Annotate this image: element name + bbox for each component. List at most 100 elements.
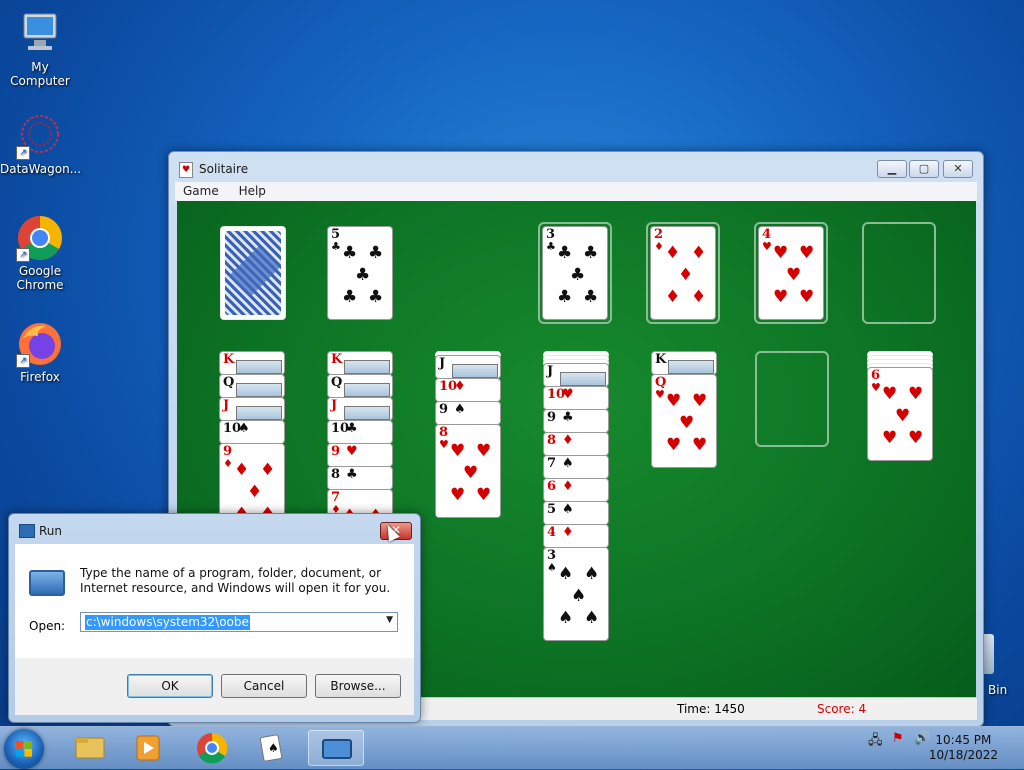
card-rank: 9 [331, 444, 341, 459]
minimize-button[interactable]: ▁ [877, 160, 907, 178]
open-input[interactable]: c:\windows\system32\oobe [85, 615, 250, 630]
playing-card[interactable]: J [327, 397, 393, 421]
card-pip-icon: ♣ [570, 265, 586, 285]
desktop-icon-datawagon[interactable]: ↗ DataWagon... [0, 112, 81, 176]
card-rank: K [331, 352, 343, 367]
card-suit: ♠ [562, 456, 574, 471]
playing-card[interactable]: K [327, 351, 393, 375]
card-pip-icon: ♣ [583, 287, 599, 307]
foundation-slot[interactable] [862, 222, 936, 324]
cancel-button[interactable]: Cancel [221, 674, 307, 698]
card-pip-icon: ♥ [476, 485, 492, 505]
playing-card[interactable]: 6 ♦ [543, 478, 609, 502]
run-icon [19, 524, 35, 538]
computer-icon [16, 10, 64, 58]
card-pip-icon: ♥ [666, 435, 682, 455]
card-suit: ♥ [346, 444, 358, 459]
maximize-button[interactable]: ▢ [909, 160, 939, 178]
action-center-icon[interactable]: ⚑ [892, 731, 904, 746]
playing-card[interactable]: 4 ♥ ♥ ♥ ♥ ♥ ♥ [758, 226, 824, 320]
card-suit: ♠ [562, 502, 574, 517]
playing-card[interactable]: 10 ♥ [543, 386, 609, 410]
playing-card[interactable]: 5 ♣ ♣ ♣ ♣ ♣ ♣ [327, 226, 393, 320]
dropdown-arrow-icon[interactable]: ▼ [386, 615, 393, 625]
card-rank: J [439, 356, 446, 371]
playing-card[interactable]: 9 ♠ [435, 401, 501, 425]
start-button[interactable] [4, 729, 44, 769]
explorer-icon [75, 737, 105, 759]
desktop-icon-chrome[interactable]: ↗ Google Chrome [0, 214, 80, 292]
taskbar-chrome[interactable] [184, 730, 240, 766]
card-pip-icon: ♥ [666, 391, 682, 411]
playing-card[interactable]: 7 ♠ [543, 455, 609, 479]
playing-card[interactable]: 9 ♣ [543, 409, 609, 433]
playing-card[interactable]: J [435, 355, 501, 379]
card-pip-icon: ♠ [558, 608, 574, 628]
desktop-icon-my-computer[interactable]: My Computer [0, 10, 80, 88]
card-rank: 7 [547, 456, 557, 471]
card-pip-icon: ♠ [571, 586, 587, 606]
card-suit: ♦ [562, 479, 574, 494]
playing-card[interactable]: 6 ♥ ♥ ♥ ♥ ♥ ♥ [867, 367, 933, 461]
playing-card[interactable]: 8 ♥ ♥ ♥ ♥ ♥ ♥ [435, 424, 501, 518]
card-pip-icon: ♥ [476, 441, 492, 461]
card-pip-icon: ♥ [463, 463, 479, 483]
open-combobox[interactable]: c:\windows\system32\oobe ▼ [80, 612, 398, 632]
close-button[interactable]: ✕ [943, 160, 973, 178]
menu-help[interactable]: Help [231, 182, 274, 200]
card-pip-icon: ♠ [584, 564, 600, 584]
card-back-pattern [225, 231, 281, 315]
svg-text:♠: ♠ [268, 741, 279, 755]
playing-card[interactable]: Q [219, 374, 285, 398]
playing-card[interactable]: Q [327, 374, 393, 398]
run-dialog: Run ✕ Type the name of a program, folder… [8, 513, 421, 723]
card-suit: ♥ [562, 387, 574, 402]
playing-card[interactable]: K [219, 351, 285, 375]
card-pip-icon: ♥ [450, 485, 466, 505]
menu-game[interactable]: Game [175, 182, 227, 200]
playing-card[interactable]: J [219, 397, 285, 421]
card-pip-icon: ♣ [557, 287, 573, 307]
card-pip-icon: ♦ [247, 482, 263, 502]
playing-card[interactable]: Q ♥ ♥ ♥ ♥ ♥ ♥ [651, 374, 717, 468]
card-pip-icon: ♦ [678, 265, 694, 285]
playing-card[interactable]: 10 ♠ [219, 420, 285, 444]
open-label: Open: [29, 619, 66, 633]
shortcut-arrow-icon: ↗ [16, 146, 30, 160]
playing-card[interactable]: 8 ♣ [327, 466, 393, 490]
volume-icon[interactable]: 🔊 [914, 731, 930, 746]
taskbar-explorer[interactable] [62, 730, 118, 766]
taskbar-run[interactable] [308, 730, 364, 766]
playing-card[interactable]: K [651, 351, 717, 375]
browse-button[interactable]: Browse... [315, 674, 401, 698]
playing-card[interactable]: J [543, 363, 609, 387]
card-rank: 5 [547, 502, 557, 517]
playing-card[interactable]: 9 ♥ [327, 443, 393, 467]
network-icon[interactable]: 🖧 [868, 731, 883, 753]
title-bar[interactable]: ♥ Solitaire ▁ ▢ ✕ [169, 152, 983, 182]
ok-button[interactable]: OK [127, 674, 213, 698]
playing-card[interactable]: 10 ♦ [435, 378, 501, 402]
playing-card[interactable]: 10 ♣ [327, 420, 393, 444]
playing-card[interactable]: 8 ♦ [543, 432, 609, 456]
recycle-bin-label: Bin [988, 683, 1008, 697]
card-pip-icon: ♥ [450, 441, 466, 461]
clock[interactable]: 10:45 PM 10/18/2022 [929, 733, 998, 763]
card-pip-icon: ♦ [665, 287, 681, 307]
taskbar-media-player[interactable] [120, 730, 176, 766]
court-card-art [236, 383, 282, 397]
playing-card[interactable]: 5 ♠ [543, 501, 609, 525]
court-card-art [344, 360, 390, 374]
tableau-empty-slot[interactable] [755, 351, 829, 447]
playing-card[interactable]: 3 ♠ ♠ ♠ ♠ ♠ ♠ [543, 547, 609, 641]
playing-card[interactable]: 3 ♣ ♣ ♣ ♣ ♣ ♣ [542, 226, 608, 320]
card-suit: ♣ [546, 240, 556, 253]
card-back[interactable] [220, 226, 286, 320]
playing-card[interactable]: 4 ♦ [543, 524, 609, 548]
playing-card[interactable]: 2 ♦ ♦ ♦ ♦ ♦ ♦ [650, 226, 716, 320]
taskbar-solitaire[interactable]: ♠ [244, 730, 300, 766]
card-pip-icon: ♥ [895, 406, 911, 426]
card-pip-icon: ♥ [908, 384, 924, 404]
desktop-icon-firefox[interactable]: ↗ Firefox [0, 320, 80, 384]
card-pip-icon: ♣ [342, 243, 358, 263]
